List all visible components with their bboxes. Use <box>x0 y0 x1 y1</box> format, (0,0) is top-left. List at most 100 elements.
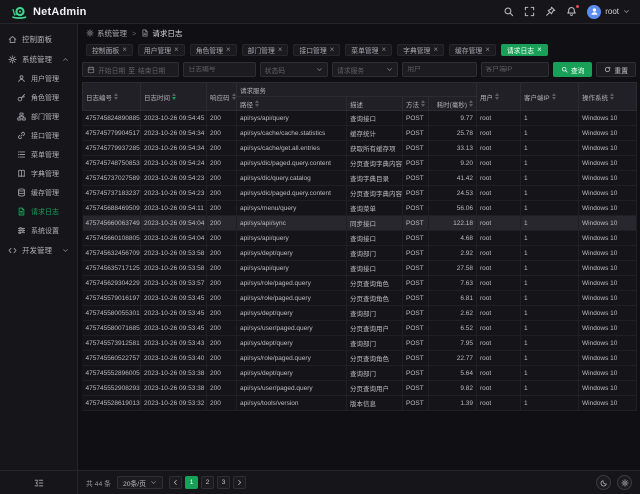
log-number-input[interactable] <box>188 66 250 73</box>
nav-tab[interactable]: 菜单管理 × <box>345 44 392 56</box>
table-row[interactable]: 475745737027589 2023-10-26 09:54:23 200 … <box>83 171 637 186</box>
sidebar-subitem[interactable]: 用户管理 <box>0 69 77 88</box>
theme-toggle-button[interactable] <box>596 475 611 490</box>
sort-icon[interactable] <box>255 100 259 107</box>
sidebar-subitem[interactable]: 部门管理 <box>0 107 77 126</box>
sort-icon[interactable] <box>552 93 556 100</box>
col-header-user[interactable]: 用户 <box>477 83 521 111</box>
table-row[interactable]: 475745629304229 2023-10-26 09:53:57 200 … <box>83 276 637 291</box>
sidebar-group-system[interactable]: 系统管理 <box>0 49 77 69</box>
nav-tab[interactable]: 控制面板 × <box>86 44 133 56</box>
col-header-method[interactable]: 方法 <box>403 97 429 111</box>
table-row[interactable]: 475745779904517 2023-10-26 09:54:34 200 … <box>83 126 637 141</box>
cell-client-ip: 1 <box>521 276 579 291</box>
table-row[interactable]: 475745748750853 2023-10-26 09:54:24 200 … <box>83 156 637 171</box>
pin-icon[interactable] <box>545 6 556 17</box>
user-menu[interactable]: root <box>587 5 630 19</box>
settings-fab-button[interactable] <box>617 475 632 490</box>
bell-icon[interactable] <box>566 6 577 17</box>
page-size-select[interactable]: 20条/页 <box>117 476 163 489</box>
close-icon[interactable]: × <box>226 46 231 54</box>
col-header-client-ip[interactable]: 客户端IP <box>521 83 579 111</box>
table-row[interactable]: 475745580071685 2023-10-26 09:53:45 200 … <box>83 321 637 336</box>
close-icon[interactable]: × <box>278 46 283 54</box>
sidebar-subitem[interactable]: 菜单管理 <box>0 145 77 164</box>
col-header-response-code[interactable]: 响应码 <box>207 83 237 111</box>
close-icon[interactable]: × <box>537 46 542 54</box>
page-number-button[interactable]: 2 <box>201 476 214 489</box>
sidebar-subitem[interactable]: 系统设置 <box>0 221 77 240</box>
chevron-down-icon <box>316 66 323 73</box>
sort-icon[interactable] <box>610 93 614 100</box>
sidebar-footer <box>0 470 77 494</box>
breadcrumb-parent[interactable]: 系统管理 <box>86 28 127 39</box>
cell-log-id: 475745660108805 <box>83 231 141 246</box>
breadcrumb-current[interactable]: 请求日志 <box>141 28 182 39</box>
sidebar-subitem[interactable]: 角色管理 <box>0 88 77 107</box>
close-icon[interactable]: × <box>122 46 127 54</box>
sort-icon[interactable] <box>172 93 176 100</box>
nav-tab[interactable]: 字典管理 × <box>397 44 444 56</box>
col-header-os[interactable]: 操作系统 <box>579 83 637 111</box>
reset-button[interactable]: 重置 <box>596 62 636 77</box>
status-code-select[interactable]: 状态码 <box>260 62 328 77</box>
date-range-picker[interactable]: 开始日期 至 结束日期 <box>82 62 179 77</box>
next-page-button[interactable] <box>233 476 246 489</box>
nav-tab[interactable]: 缓存管理 × <box>449 44 496 56</box>
nav-tab[interactable]: 部门管理 × <box>242 44 289 56</box>
table-row[interactable]: 475745688469509 2023-10-26 09:54:11 200 … <box>83 201 637 216</box>
sidebar-subitem[interactable]: 缓存管理 <box>0 183 77 202</box>
search-icon[interactable] <box>503 6 514 17</box>
cell-method: POST <box>403 126 429 141</box>
table-row[interactable]: 475745660108805 2023-10-26 09:54:04 200 … <box>83 231 637 246</box>
sort-icon[interactable] <box>114 93 118 100</box>
table-row[interactable]: 475745573912581 2023-10-26 09:53:43 200 … <box>83 336 637 351</box>
table-row[interactable]: 475745579016197 2023-10-26 09:53:45 200 … <box>83 291 637 306</box>
col-header-log-id[interactable]: 日志编号 <box>83 83 141 111</box>
search-button[interactable]: 查询 <box>553 62 593 77</box>
cell-ms: 6.81 <box>429 291 477 306</box>
sidebar-subitem[interactable]: 请求日志 <box>0 202 77 221</box>
close-icon[interactable]: × <box>330 46 335 54</box>
sidebar-group-dev[interactable]: 开发管理 <box>0 240 77 260</box>
sidebar-item-dashboard[interactable]: 控制面板 <box>0 29 77 49</box>
table-row[interactable]: 475745552896005 2023-10-26 09:53:38 200 … <box>83 366 637 381</box>
nav-tab[interactable]: 用户管理 × <box>138 44 185 56</box>
user-input[interactable] <box>407 66 471 73</box>
table-row[interactable]: 475745560522757 2023-10-26 09:53:40 200 … <box>83 351 637 366</box>
close-icon[interactable]: × <box>174 46 179 54</box>
collapse-sidebar-icon[interactable] <box>34 478 44 488</box>
table-row[interactable]: 475745552908293 2023-10-26 09:53:38 200 … <box>83 381 637 396</box>
page-number-button[interactable]: 1 <box>185 476 198 489</box>
page-number-button[interactable]: 3 <box>217 476 230 489</box>
table-row[interactable]: 475745528619013 2023-10-26 09:53:32 200 … <box>83 396 637 411</box>
sort-icon[interactable] <box>421 100 425 107</box>
sort-icon[interactable] <box>232 93 236 100</box>
close-icon[interactable]: × <box>433 46 438 54</box>
fullscreen-icon[interactable] <box>524 6 535 17</box>
close-icon[interactable]: × <box>485 46 490 54</box>
table-row[interactable]: 475745779937285 2023-10-26 09:54:34 200 … <box>83 141 637 156</box>
sidebar-subitem[interactable]: 字典管理 <box>0 164 77 183</box>
sort-icon[interactable] <box>495 93 499 100</box>
col-header-log-time[interactable]: 日志时间 <box>141 83 207 111</box>
col-header-path[interactable]: 路径 <box>237 97 347 111</box>
table-row[interactable]: 475745824890885 2023-10-26 09:54:45 200 … <box>83 111 637 126</box>
close-icon[interactable]: × <box>381 46 386 54</box>
cell-desc: 版本信息 <box>347 396 403 411</box>
table-row[interactable]: 475745635717125 2023-10-26 09:53:58 200 … <box>83 261 637 276</box>
nav-tab[interactable]: 接口管理 × <box>293 44 340 56</box>
sort-icon[interactable] <box>469 100 473 107</box>
table-row[interactable]: 475745632456709 2023-10-26 09:53:58 200 … <box>83 246 637 261</box>
client-ip-input[interactable] <box>486 66 544 73</box>
nav-tab[interactable]: 请求日志 × <box>501 44 548 56</box>
col-header-ms[interactable]: 耗时(毫秒) <box>429 97 477 111</box>
nav-tab[interactable]: 角色管理 × <box>190 44 237 56</box>
table-row[interactable]: 475745660063749 2023-10-26 09:54:04 200 … <box>83 216 637 231</box>
table-row[interactable]: 475745580055301 2023-10-26 09:53:45 200 … <box>83 306 637 321</box>
request-service-select[interactable]: 请求服务 <box>332 62 398 77</box>
prev-page-button[interactable] <box>169 476 182 489</box>
table-row[interactable]: 475745737183237 2023-10-26 09:54:23 200 … <box>83 186 637 201</box>
tab-label: 缓存管理 <box>455 45 482 55</box>
sidebar-subitem[interactable]: 接口管理 <box>0 126 77 145</box>
